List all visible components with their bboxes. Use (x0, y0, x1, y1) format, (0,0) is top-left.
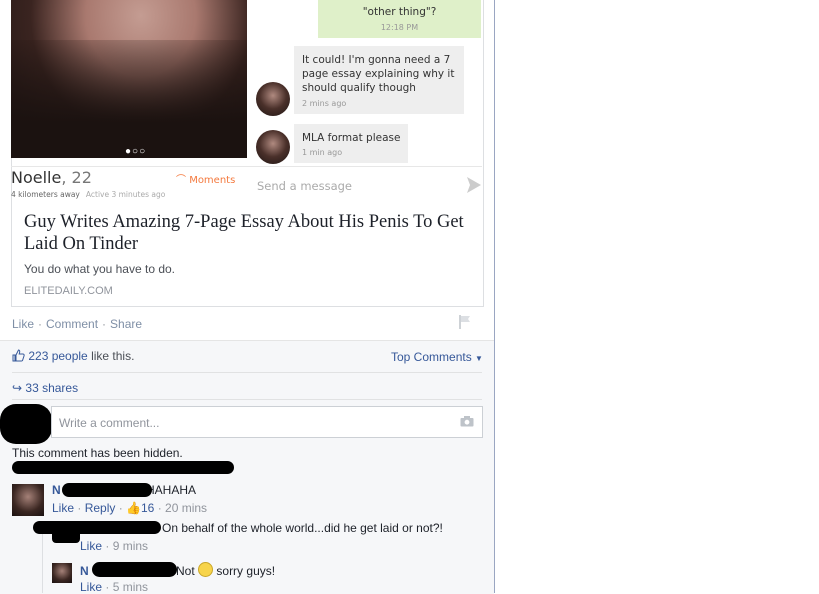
comment-time[interactable]: 20 mins (165, 501, 207, 515)
comment-input[interactable]: Write a comment... (51, 406, 483, 438)
reply-meta: Like · 9 mins (80, 539, 149, 553)
camera-icon[interactable] (460, 416, 474, 427)
reply-time[interactable]: 5 mins (113, 580, 148, 594)
redacted-avatar (0, 404, 52, 444)
wifi-icon: ⌒ (176, 175, 186, 186)
reply-body-end: sorry guys! (216, 564, 276, 578)
hidden-comment-notice: This comment has been hidden. (12, 446, 183, 460)
profile-age-sep: , (61, 168, 72, 187)
shares-link[interactable]: ↪ 33 shares (12, 381, 78, 395)
sent-message-text: "other thing"? (362, 6, 437, 18)
reply-time[interactable]: 9 mins (113, 539, 148, 553)
profile-photo: ●○○ (11, 0, 247, 158)
separator: · (38, 317, 43, 331)
match-avatar (256, 130, 290, 164)
top-comments-label: Top Comments (391, 350, 472, 364)
shares-count: 33 shares (25, 381, 79, 395)
reply-text: On behalf of the whole world...did he ge… (162, 521, 443, 535)
reply-like-link[interactable]: Like (80, 539, 102, 553)
comment-meta: Like · Reply · 👍16 · 20 mins (52, 501, 208, 515)
sent-message-time: 12:18 PM (380, 23, 419, 32)
comment-reply-link[interactable]: Reply (85, 501, 116, 515)
likes-suffix: like this. (87, 349, 135, 363)
share-arrow-icon: ↪ (12, 381, 23, 395)
moments-label: Moments (189, 175, 236, 186)
divider (12, 372, 482, 373)
redacted-name (62, 483, 152, 497)
received-message-text: It could! I'm gonna need a 7 page essay … (302, 54, 455, 94)
reply-body-start: Not (176, 564, 195, 578)
replier-avatar[interactable] (52, 563, 72, 583)
profile-first-name: Noelle (11, 168, 62, 187)
received-message-bubble: It could! I'm gonna need a 7 page essay … (294, 46, 464, 114)
article-domain: ELITEDAILY.COM (24, 285, 113, 297)
comment-body: HAHAHA (146, 483, 197, 497)
redacted-name (92, 562, 177, 577)
thumbs-up-icon: 👍 (126, 501, 141, 515)
reply-thread-line (42, 525, 43, 593)
comment-link[interactable]: Comment (46, 317, 98, 331)
profile-name: Noelle, 22 (11, 168, 92, 187)
commenter-name[interactable]: N (52, 483, 61, 497)
share-link[interactable]: Share (110, 317, 142, 331)
post-actions: Like · Comment · Share (12, 317, 142, 331)
profile-distance: 4 kilometers away Active 3 minutes ago (11, 190, 165, 199)
thumbs-up-icon (12, 349, 25, 362)
commenter-avatar[interactable] (12, 484, 44, 516)
received-message-text: MLA format please (302, 132, 401, 144)
likes-summary: 223 people like this. (12, 349, 134, 363)
like-link[interactable]: Like (12, 317, 34, 331)
reply-meta: Like · 5 mins (80, 580, 149, 594)
top-comments-dropdown[interactable]: Top Comments ▼ (391, 350, 483, 364)
comment-like-link[interactable]: Like (52, 501, 74, 515)
flag-icon[interactable] (459, 315, 471, 329)
send-arrow-icon[interactable] (466, 176, 482, 194)
comment-placeholder: Write a comment... (59, 416, 160, 430)
moments-link[interactable]: ⌒ Moments (176, 171, 235, 186)
received-message-time: 2 mins ago (302, 99, 347, 108)
comment-like-count[interactable]: 16 (141, 501, 154, 515)
replier-name[interactable]: N (80, 564, 89, 578)
smiley-emoji-icon (198, 562, 214, 577)
sent-message-bubble: "other thing"? 12:18 PM (318, 0, 481, 38)
redacted-text (12, 461, 234, 474)
profile-age: 22 (71, 168, 92, 187)
match-avatar (256, 82, 290, 116)
redacted-avatar (52, 529, 80, 543)
photo-pagination-dots: ●○○ (125, 146, 147, 157)
photo-hair (11, 40, 247, 158)
caret-down-icon: ▼ (475, 354, 483, 363)
received-message-time: 1 min ago (302, 148, 343, 157)
article-headline[interactable]: Guy Writes Amazing 7-Page Essay About Hi… (24, 211, 474, 255)
separator: · (102, 317, 107, 331)
likes-count-link[interactable]: 223 people (28, 349, 87, 363)
article-description: You do what you have to do. (24, 262, 176, 276)
reply-like-link[interactable]: Like (80, 580, 102, 594)
send-message-input[interactable]: Send a message (257, 179, 352, 193)
divider (12, 399, 482, 400)
active-status: Active 3 minutes ago (85, 190, 166, 199)
distance-text: 4 kilometers away (11, 190, 80, 199)
received-message-bubble: MLA format please 1 min ago (294, 124, 408, 163)
